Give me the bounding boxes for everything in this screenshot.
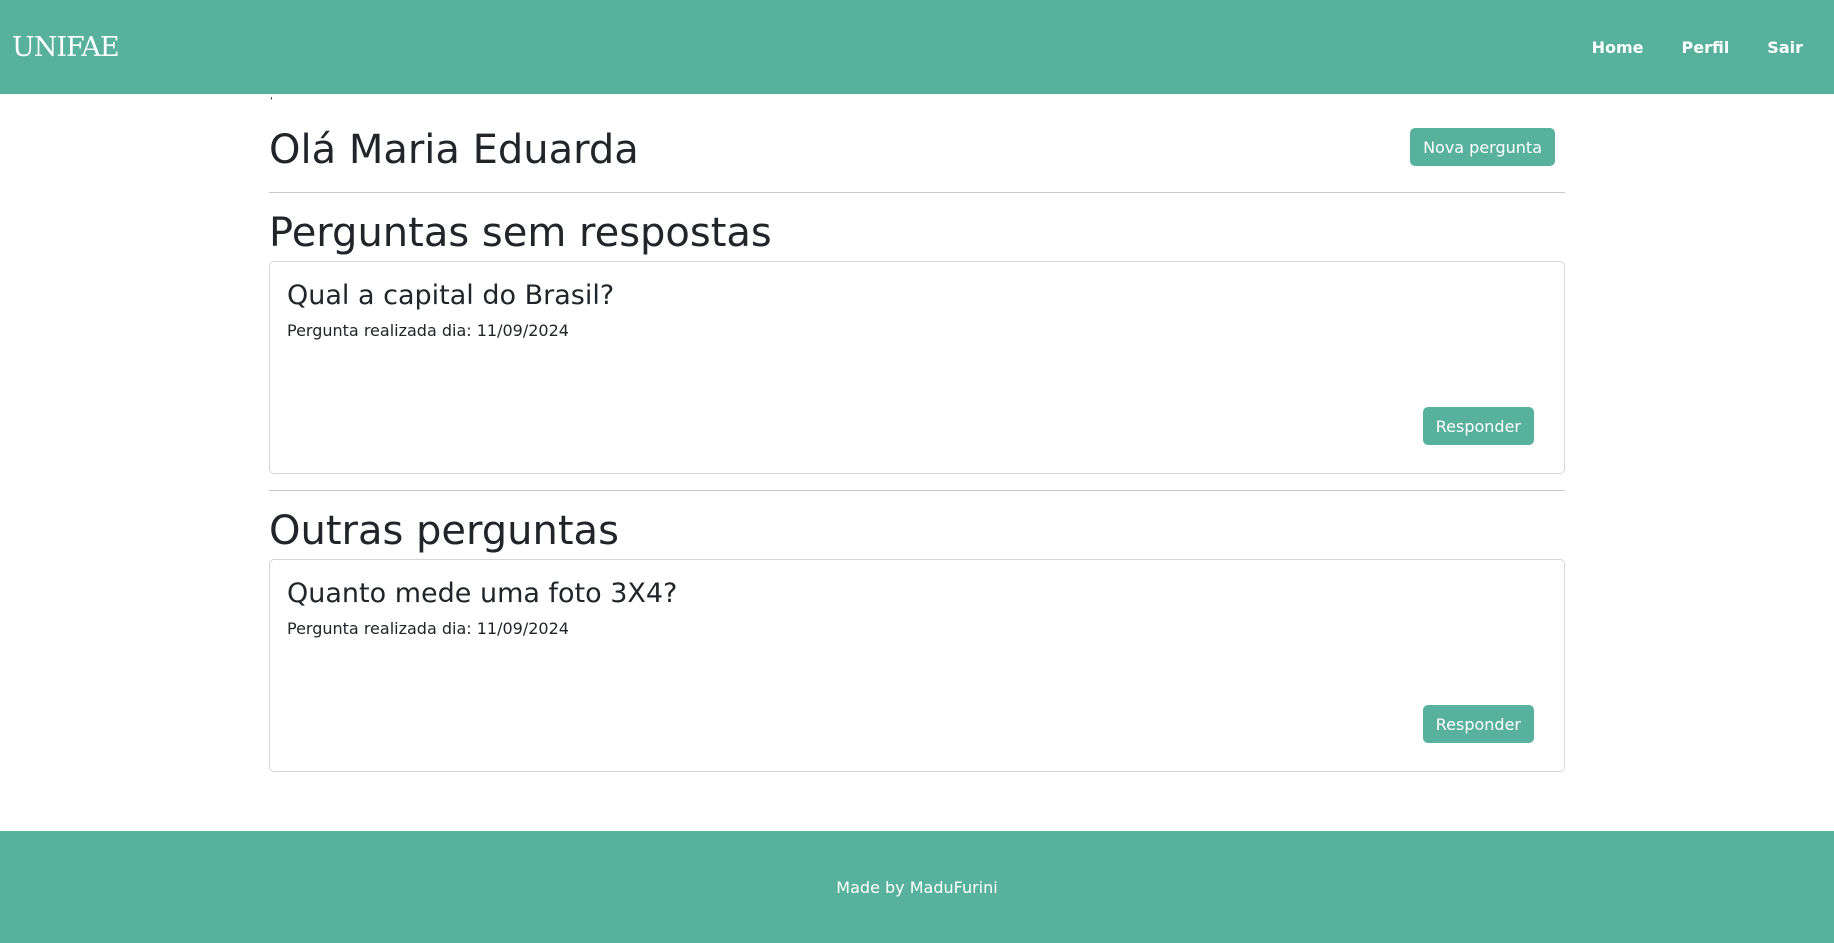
- answer-button[interactable]: Responder: [1422, 407, 1534, 445]
- question-date: Pergunta realizada dia: 11/09/2024: [287, 321, 569, 341]
- top-navbar: UNIFAE Home Perfil Sair: [0, 0, 1834, 94]
- section-title-unanswered: Perguntas sem respostas: [269, 210, 772, 256]
- new-question-button[interactable]: Nova pergunta: [1410, 128, 1555, 166]
- question-card: Quanto mede uma foto 3X4? Pergunta reali…: [269, 559, 1565, 772]
- footer-credit: Made by MaduFurini: [836, 877, 998, 897]
- page-header: Olá Maria Eduarda Nova pergunta: [269, 94, 1565, 192]
- answer-button[interactable]: Responder: [1422, 705, 1534, 743]
- question-title: Quanto mede uma foto 3X4?: [287, 578, 678, 609]
- nav-sair-link[interactable]: Sair: [1767, 38, 1803, 57]
- page-footer: Made by MaduFurini: [0, 831, 1834, 943]
- divider: [269, 490, 1565, 491]
- question-title: Qual a capital do Brasil?: [287, 280, 615, 311]
- main-content: Olá Maria Eduarda Nova pergunta Pergunta…: [269, 94, 1565, 772]
- divider: [269, 192, 1565, 193]
- greeting-title: Olá Maria Eduarda: [269, 127, 639, 173]
- unifae-logo[interactable]: UNIFAE: [12, 32, 120, 63]
- nav-links: Home Perfil Sair: [1554, 38, 1822, 57]
- nav-home-link[interactable]: Home: [1592, 38, 1644, 57]
- question-card: Qual a capital do Brasil? Pergunta reali…: [269, 261, 1565, 474]
- nav-perfil-link[interactable]: Perfil: [1681, 38, 1729, 57]
- question-date: Pergunta realizada dia: 11/09/2024: [287, 619, 569, 639]
- section-title-other: Outras perguntas: [269, 508, 619, 554]
